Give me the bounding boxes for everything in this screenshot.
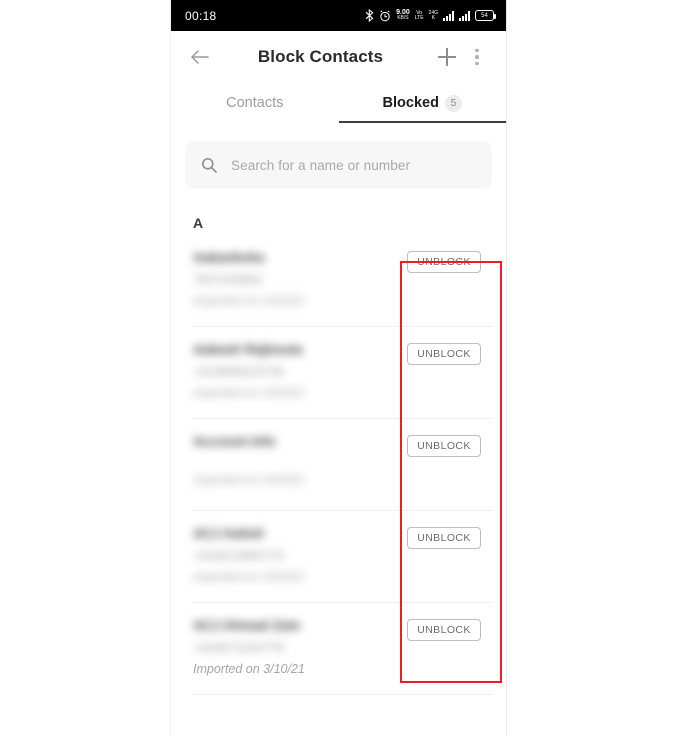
blocked-contacts-list: Aakanksha 7837240882 Imported on 3/10/21… bbox=[171, 235, 506, 695]
unblock-cell: UNBLOCK bbox=[396, 525, 492, 549]
tab-blocked[interactable]: Blocked 5 bbox=[338, 83, 506, 123]
contact-number: +918071224778 bbox=[193, 640, 284, 655]
contact-imported-date: Imported on 3/10/21 bbox=[193, 472, 305, 487]
row-divider bbox=[193, 694, 492, 695]
battery-icon: 54 bbox=[475, 10, 496, 21]
table-row[interactable]: ACJ Ahmad Zain +918071224778 Imported on… bbox=[171, 603, 506, 695]
search-icon bbox=[201, 157, 217, 173]
unblock-cell: UNBLOCK bbox=[396, 617, 492, 641]
unblock-button[interactable]: UNBLOCK bbox=[407, 343, 481, 365]
contact-info: ACJ Aaheli +918213983770 Imported on 3/1… bbox=[193, 525, 396, 584]
table-row[interactable]: ACJ Aaheli +918213983770 Imported on 3/1… bbox=[171, 511, 506, 603]
app-bar: Block Contacts bbox=[171, 31, 506, 83]
volte-icon: Vo LTE bbox=[414, 11, 424, 21]
contact-number: +918213983770 bbox=[193, 548, 284, 563]
search-placeholder: Search for a name or number bbox=[231, 157, 411, 173]
contact-number: +919896423736 bbox=[193, 364, 284, 379]
section-header-a: A bbox=[193, 215, 204, 231]
tab-bar: Contacts Blocked 5 bbox=[171, 83, 506, 123]
unblock-cell: UNBLOCK bbox=[396, 341, 492, 365]
unblock-button[interactable]: UNBLOCK bbox=[407, 527, 481, 549]
volte-4g-icon: 24G K bbox=[429, 11, 438, 21]
contact-imported-date: Imported on 3/10/21 bbox=[193, 294, 305, 308]
status-bar-icons: 9.00 KB/S Vo LTE 24G K 54 bbox=[365, 9, 496, 22]
table-row[interactable]: Account Info Imported on 3/10/21 UNBLOCK bbox=[171, 419, 506, 511]
status-bar-time: 00:18 bbox=[185, 8, 217, 23]
overflow-menu-button[interactable] bbox=[462, 42, 492, 72]
add-contact-button[interactable] bbox=[432, 42, 462, 72]
battery-level-label: 54 bbox=[481, 12, 488, 19]
signal-bars-sim1-icon bbox=[443, 10, 454, 21]
plus-icon bbox=[438, 48, 456, 66]
contact-imported-date: Imported on 3/10/21 bbox=[193, 662, 305, 676]
contact-info: Aakanksha 7837240882 Imported on 3/10/21 bbox=[193, 249, 396, 308]
contact-info: ACJ Ahmad Zain +918071224778 Imported on… bbox=[193, 617, 396, 676]
volte-icon-bottom: LTE bbox=[414, 14, 424, 21]
unblock-button[interactable]: UNBLOCK bbox=[407, 435, 481, 457]
contact-number: 7837240882 bbox=[193, 272, 263, 287]
tab-contacts[interactable]: Contacts bbox=[171, 83, 339, 123]
unblock-cell: UNBLOCK bbox=[396, 433, 492, 457]
more-vertical-icon bbox=[475, 48, 479, 66]
contact-name: ACJ Ahmad Zain bbox=[193, 618, 301, 633]
search-section: Search for a name or number bbox=[171, 123, 506, 189]
phone-screen: 00:18 9.00 KB/S Vo LTE 24G K 54 Block Co… bbox=[170, 0, 507, 736]
signal-bars-sim2-icon bbox=[459, 10, 470, 21]
contact-imported-date: Imported on 3/10/21 bbox=[193, 386, 305, 400]
contact-name: Aakanksha bbox=[193, 250, 265, 265]
page-title: Block Contacts bbox=[257, 47, 384, 66]
volte-4g-icon-bottom: K bbox=[431, 14, 435, 21]
unblock-button[interactable]: UNBLOCK bbox=[407, 251, 481, 273]
data-speed-unit: KB/S bbox=[397, 15, 409, 22]
unblock-cell: UNBLOCK bbox=[396, 249, 492, 273]
table-row[interactable]: Aakash Rajhouta +919896423736 Imported o… bbox=[171, 327, 506, 419]
contact-name: Account Info bbox=[193, 434, 276, 449]
unblock-button[interactable]: UNBLOCK bbox=[407, 619, 481, 641]
screenshot-root: 00:18 9.00 KB/S Vo LTE 24G K 54 Block Co… bbox=[0, 0, 675, 736]
tab-blocked-label: Blocked bbox=[382, 95, 439, 111]
tab-contacts-label: Contacts bbox=[226, 95, 284, 111]
data-speed-indicator: 9.00 KB/S bbox=[396, 9, 410, 22]
contact-number bbox=[193, 458, 396, 465]
table-row[interactable]: Aakanksha 7837240882 Imported on 3/10/21… bbox=[171, 235, 506, 327]
contact-info: Aakash Rajhouta +919896423736 Imported o… bbox=[193, 341, 396, 400]
search-input[interactable]: Search for a name or number bbox=[185, 141, 492, 189]
contact-name: ACJ Aaheli bbox=[193, 526, 264, 541]
blocked-count-badge: 5 bbox=[444, 94, 462, 112]
contact-imported-date: Imported on 3/10/21 bbox=[193, 570, 305, 584]
contact-info: Account Info Imported on 3/10/21 bbox=[193, 433, 396, 486]
contact-name: Aakash Rajhouta bbox=[193, 342, 303, 357]
status-bar: 00:18 9.00 KB/S Vo LTE 24G K 54 bbox=[171, 0, 506, 31]
alarm-icon bbox=[379, 10, 391, 22]
bluetooth-icon bbox=[365, 9, 374, 22]
